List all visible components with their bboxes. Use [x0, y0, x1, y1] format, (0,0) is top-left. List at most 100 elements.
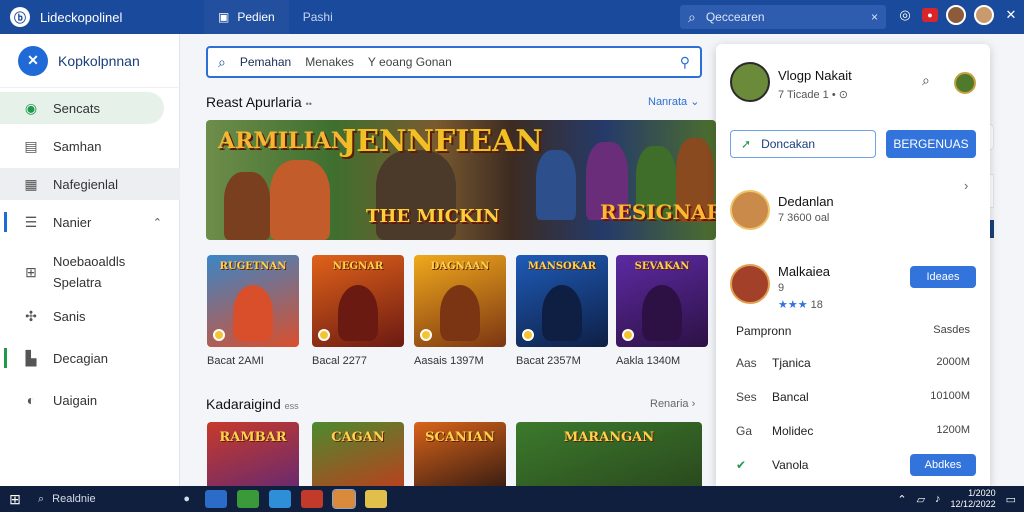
- sidebar-item-sanis[interactable]: ✣ Sanis: [0, 300, 180, 332]
- network-icon[interactable]: ▱: [917, 493, 925, 506]
- list-item[interactable]: Aas Tjanica 2000M: [736, 356, 970, 370]
- chevron-up-icon[interactable]: ⌃: [153, 216, 162, 229]
- row-value: 1200M: [936, 424, 970, 436]
- sidebar-item-label-group: Noebaoaldls Spelatra: [53, 254, 125, 290]
- avatar[interactable]: [974, 5, 994, 25]
- banner-character: [224, 172, 270, 240]
- row-value: Sasdes: [933, 324, 970, 336]
- game-card[interactable]: RAMBAR: [207, 422, 299, 486]
- sidebar-item-label: Sencats: [53, 100, 100, 116]
- taskbar-app-icon[interactable]: [237, 490, 259, 508]
- sidebar-item-nafegienlal[interactable]: ▦ Nafegienlal: [0, 168, 180, 200]
- row-action-button[interactable]: Abdkes: [910, 454, 976, 476]
- tab-pashi[interactable]: Pashi: [289, 0, 347, 34]
- section-more-link[interactable]: Renaria ›: [650, 398, 695, 410]
- mic-icon[interactable]: ●: [183, 493, 190, 505]
- download-icon: ▙: [25, 349, 37, 366]
- sidebar-item-nanier[interactable]: ☰ Nanier ⌃: [0, 206, 180, 238]
- taskbar-app-icon[interactable]: [301, 490, 323, 508]
- help-icon[interactable]: ◎: [896, 6, 914, 24]
- avatar[interactable]: [946, 5, 966, 25]
- list-item[interactable]: Ses Bancal 10100M: [736, 390, 970, 404]
- close-icon[interactable]: ✕: [1002, 6, 1020, 24]
- featured-banner[interactable]: ARMILIAN JENNFIEAN THE MICKIN RESIGNAR: [206, 120, 716, 240]
- game-card[interactable]: RUGETNAN: [207, 255, 299, 347]
- volume-icon[interactable]: ♪: [935, 493, 941, 505]
- search-icon: ⌕: [38, 492, 45, 505]
- brand-name: Kopkolpnnan: [58, 52, 140, 69]
- avatar[interactable]: [730, 264, 770, 304]
- list-item[interactable]: Pampronn Sasdes: [736, 324, 970, 338]
- friend-name: Dedanlan: [778, 194, 834, 209]
- game-card[interactable]: SCANIAN: [414, 422, 506, 486]
- avatar[interactable]: [730, 62, 770, 102]
- title-search-input[interactable]: ⌕ Qeccearen ×: [680, 5, 886, 29]
- section-title-text: Reast Apurlaria: [206, 94, 302, 110]
- sidebar-item-sencats[interactable]: ◉ Sencats: [0, 92, 164, 124]
- chevron-up-icon[interactable]: ⌃: [897, 493, 906, 506]
- search-icon[interactable]: ⌕: [922, 72, 930, 89]
- row-key: Aas: [736, 356, 757, 370]
- list-item[interactable]: Ga Molidec 1200M: [736, 424, 970, 438]
- friend-action-button[interactable]: Ideaes: [910, 266, 976, 288]
- primary-button[interactable]: BERGENUAS: [886, 130, 976, 158]
- taskbar-search[interactable]: ⌕ Realdnie ●: [30, 486, 200, 512]
- section-title-suffix: ess: [284, 401, 299, 411]
- taskbar-app-icon[interactable]: [332, 489, 356, 509]
- avatar[interactable]: [954, 72, 976, 94]
- taskbar-app-icon[interactable]: [269, 490, 291, 508]
- pin-icon[interactable]: ⚲: [680, 54, 690, 71]
- search-segment[interactable]: Y eoang Gonan: [368, 55, 452, 69]
- rating-stars: ★★★: [778, 299, 808, 311]
- badge-icon: [622, 329, 634, 341]
- banner-title: JENNFIEAN: [342, 124, 543, 159]
- tab-pedien[interactable]: ▣ Pedien: [204, 0, 289, 34]
- main-search-input[interactable]: ⌕ Pemahan Menakes Y eoang Gonan ⚲: [206, 46, 702, 78]
- search-segment[interactable]: Pemahan: [240, 55, 291, 69]
- sidebar-item-noebaoaldls[interactable]: ⊞ Noebaoaldls Spelatra: [0, 248, 180, 296]
- controller-icon: ◉: [24, 99, 38, 116]
- sidebar-item-decagian[interactable]: ▙ Decagian: [0, 342, 180, 374]
- clear-search-button[interactable]: ×: [871, 10, 878, 24]
- friends-panel: Vlogp Nakait 7 Ticade 1 • ⊙ ⌕ ➚ Doncakan…: [716, 44, 990, 486]
- title-bar: ⓑ Lideckopolinel ▣ Pedien Pashi ⌕ Qeccea…: [0, 0, 1024, 34]
- taskbar-app-icon[interactable]: [365, 490, 387, 508]
- taskbar: ⊞ ⌕ Realdnie ● ⌃ ▱ ♪ 1/2020 12/12/2022 ▭: [0, 486, 1024, 512]
- taskbar-app-icon[interactable]: [205, 490, 227, 508]
- clock-time: 1/2020: [968, 488, 996, 498]
- chevron-right-icon[interactable]: ›: [964, 178, 968, 193]
- friend-rating: ★★★ 18: [778, 298, 823, 311]
- game-card[interactable]: MARANGAN: [516, 422, 702, 486]
- brand[interactable]: ✕ Kopkolpnnan: [0, 34, 179, 88]
- start-icon[interactable]: ⊞: [0, 491, 30, 508]
- clock[interactable]: 1/2020 12/12/2022: [951, 488, 996, 510]
- row-name: Vanola: [772, 458, 809, 472]
- badge-icon: [522, 329, 534, 341]
- app-logo-icon: ⓑ: [10, 7, 30, 27]
- game-card-label: Bacal 2277: [312, 355, 368, 367]
- notification-icon[interactable]: ●: [922, 8, 938, 22]
- sidebar-item-uaigain[interactable]: ◐ Uaigain: [0, 384, 180, 416]
- follow-label: Doncakan: [761, 137, 816, 151]
- search-segment[interactable]: Menakes: [305, 55, 354, 69]
- badge-icon: [318, 329, 330, 341]
- system-tray: ⌃ ▱ ♪ 1/2020 12/12/2022 ▭: [897, 486, 1016, 512]
- game-card-label: Aakla 1340M: [616, 355, 681, 367]
- game-card-title: MANSOKAR: [527, 261, 597, 272]
- search-placeholder: Qeccearen: [705, 10, 765, 24]
- friend-name: Malkaiea: [778, 264, 831, 279]
- follow-button[interactable]: ➚ Doncakan: [730, 130, 876, 158]
- game-card[interactable]: MANSOKAR: [516, 255, 608, 347]
- game-card[interactable]: CAGAN: [312, 422, 404, 486]
- notifications-icon[interactable]: ▭: [1006, 493, 1016, 506]
- avatar[interactable]: [730, 190, 770, 230]
- game-card[interactable]: DAGNAAN: [414, 255, 506, 347]
- game-card-title: SCANIAN: [425, 430, 495, 445]
- game-card[interactable]: NEGNAR: [312, 255, 404, 347]
- section-more-link[interactable]: Nanrata ⌄: [648, 95, 699, 108]
- game-character: [542, 285, 582, 341]
- arrow-icon: ➚: [741, 137, 752, 151]
- game-card[interactable]: SEVAKAN: [616, 255, 708, 347]
- sidebar-item-samhan[interactable]: ▤ Samhan: [0, 130, 180, 162]
- store-icon: ▦: [24, 175, 38, 192]
